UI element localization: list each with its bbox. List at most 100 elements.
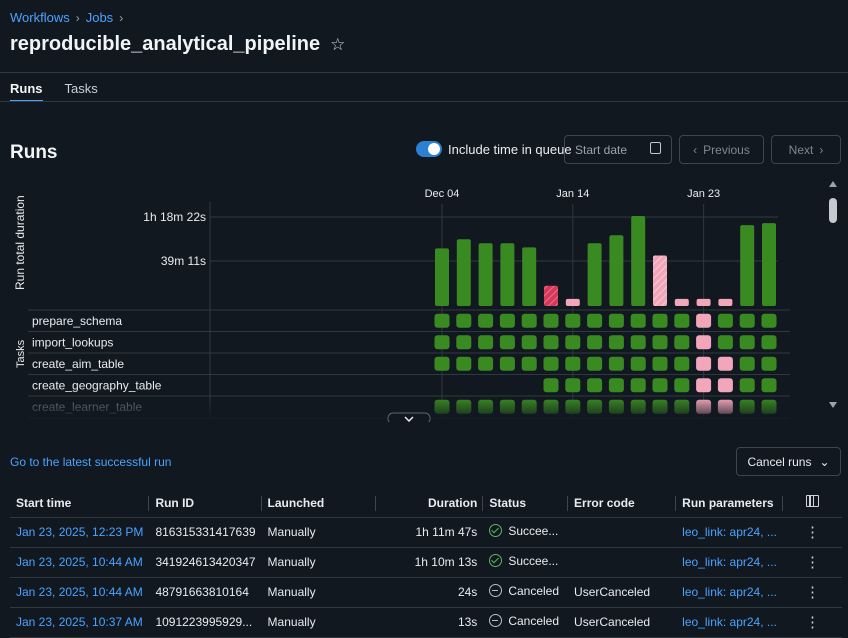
previous-button[interactable]: ‹ Previous bbox=[679, 135, 764, 164]
task-cell[interactable] bbox=[543, 378, 559, 393]
task-cell[interactable] bbox=[499, 335, 515, 350]
start-time-link[interactable]: Jan 23, 2025, 12:23 PM bbox=[10, 517, 150, 548]
tab-runs[interactable]: Runs bbox=[10, 81, 43, 102]
scroll-thumb[interactable] bbox=[829, 198, 837, 223]
column-header-start-time[interactable]: Start time bbox=[10, 489, 150, 518]
task-cell[interactable] bbox=[543, 335, 559, 350]
run-parameters-link[interactable]: leo_link: apr24, ... bbox=[676, 577, 783, 608]
start-date-input[interactable]: Start date bbox=[564, 135, 672, 164]
table-row[interactable]: Jan 23, 2025, 10:44 AM 341924613420347 Man… bbox=[10, 547, 842, 578]
column-header-run-parameters[interactable]: Run parameters bbox=[676, 489, 783, 518]
run-bar[interactable] bbox=[740, 225, 755, 306]
task-cell[interactable] bbox=[674, 313, 690, 328]
task-cell[interactable] bbox=[696, 313, 712, 328]
task-cell[interactable] bbox=[587, 356, 603, 371]
task-cell[interactable] bbox=[739, 356, 755, 371]
task-cell[interactable] bbox=[739, 378, 755, 393]
task-cell[interactable] bbox=[521, 313, 537, 328]
task-cell[interactable] bbox=[587, 313, 603, 328]
run-bar[interactable] bbox=[456, 239, 471, 306]
task-cell[interactable] bbox=[456, 356, 472, 371]
column-header-status[interactable]: Status bbox=[483, 489, 569, 518]
run-bar[interactable] bbox=[565, 298, 580, 306]
task-cell[interactable] bbox=[717, 335, 733, 350]
task-cell[interactable] bbox=[652, 378, 668, 393]
table-row[interactable]: Jan 23, 2025, 10:44 AM 48791663810164 Manu… bbox=[10, 577, 842, 608]
run-bar[interactable] bbox=[544, 285, 558, 306]
column-header-run-id[interactable]: Run ID bbox=[149, 489, 262, 518]
tab-tasks[interactable]: Tasks bbox=[65, 81, 98, 102]
task-cell[interactable] bbox=[630, 356, 646, 371]
task-cell[interactable] bbox=[674, 335, 690, 350]
task-cell[interactable] bbox=[696, 356, 712, 371]
task-cell[interactable] bbox=[761, 356, 777, 371]
run-parameters-link[interactable]: leo_link: apr24, ... bbox=[676, 607, 783, 638]
scroll-up-icon[interactable] bbox=[829, 181, 837, 187]
task-cell[interactable] bbox=[456, 313, 472, 328]
run-parameters-link[interactable]: leo_link: apr24, ... bbox=[676, 547, 783, 578]
start-time-link[interactable]: Jan 23, 2025, 10:44 AM bbox=[10, 547, 150, 578]
row-menu-icon[interactable]: ⋮ bbox=[782, 577, 842, 608]
task-cell[interactable] bbox=[674, 378, 690, 393]
run-bar[interactable] bbox=[435, 248, 449, 306]
task-cell[interactable] bbox=[630, 313, 646, 328]
column-header-error-code[interactable]: Error code bbox=[568, 489, 677, 518]
start-time-link[interactable]: Jan 23, 2025, 10:44 AM bbox=[10, 577, 150, 608]
task-cell[interactable] bbox=[630, 335, 646, 350]
row-menu-icon[interactable]: ⋮ bbox=[782, 607, 842, 638]
start-time-link[interactable]: Jan 23, 2025, 10:37 AM bbox=[10, 607, 150, 638]
task-cell[interactable] bbox=[587, 378, 603, 393]
star-icon[interactable]: ☆ bbox=[330, 35, 345, 55]
task-cell[interactable] bbox=[696, 335, 712, 350]
task-cell[interactable] bbox=[761, 335, 777, 350]
run-bar[interactable] bbox=[587, 243, 602, 306]
task-cell[interactable] bbox=[717, 378, 733, 393]
cancel-runs-button[interactable]: Cancel runs ⌄ bbox=[736, 447, 841, 476]
task-cell[interactable] bbox=[630, 378, 646, 393]
include-queue-toggle[interactable] bbox=[416, 141, 442, 157]
row-menu-icon[interactable]: ⋮ bbox=[782, 517, 842, 548]
breadcrumb-jobs[interactable]: Jobs bbox=[86, 10, 113, 25]
task-cell[interactable] bbox=[761, 313, 777, 328]
task-cell[interactable] bbox=[478, 335, 494, 350]
run-parameters-link[interactable]: leo_link: apr24, ... bbox=[676, 517, 783, 548]
task-cell[interactable] bbox=[499, 356, 515, 371]
task-cell[interactable] bbox=[543, 356, 559, 371]
task-cell[interactable] bbox=[674, 356, 690, 371]
task-cell[interactable] bbox=[456, 335, 472, 350]
task-cell[interactable] bbox=[543, 313, 559, 328]
task-cell[interactable] bbox=[565, 378, 581, 393]
task-cell[interactable] bbox=[587, 335, 603, 350]
task-cell[interactable] bbox=[717, 313, 733, 328]
table-row[interactable]: Jan 23, 2025, 12:23 PM 816315331417639 Man… bbox=[10, 517, 842, 548]
run-bar[interactable] bbox=[631, 216, 646, 306]
task-cell[interactable] bbox=[652, 356, 668, 371]
task-cell[interactable] bbox=[478, 356, 494, 371]
task-cell[interactable] bbox=[652, 335, 668, 350]
column-header-launched[interactable]: Launched bbox=[261, 489, 377, 518]
task-cell[interactable] bbox=[521, 356, 537, 371]
run-bar[interactable] bbox=[478, 243, 493, 306]
task-cell[interactable] bbox=[739, 313, 755, 328]
run-bar[interactable] bbox=[718, 298, 733, 306]
run-bar[interactable] bbox=[522, 247, 537, 306]
next-button[interactable]: Next › bbox=[771, 135, 841, 164]
task-cell[interactable] bbox=[499, 313, 515, 328]
task-cell[interactable] bbox=[608, 313, 624, 328]
run-bar[interactable] bbox=[653, 255, 667, 306]
task-cell[interactable] bbox=[434, 335, 450, 350]
task-cell[interactable] bbox=[521, 335, 537, 350]
run-bar[interactable] bbox=[674, 298, 689, 306]
task-cell[interactable] bbox=[565, 335, 581, 350]
task-cell[interactable] bbox=[652, 313, 668, 328]
task-cell[interactable] bbox=[608, 356, 624, 371]
chart-scrollbar[interactable] bbox=[826, 177, 840, 412]
task-cell[interactable] bbox=[608, 378, 624, 393]
task-cell[interactable] bbox=[761, 378, 777, 393]
task-cell[interactable] bbox=[434, 356, 450, 371]
task-cell[interactable] bbox=[717, 356, 733, 371]
run-bar[interactable] bbox=[609, 235, 624, 306]
row-menu-icon[interactable]: ⋮ bbox=[782, 547, 842, 578]
latest-successful-run-link[interactable]: Go to the latest successful run bbox=[10, 455, 171, 469]
run-bar[interactable] bbox=[762, 223, 776, 306]
